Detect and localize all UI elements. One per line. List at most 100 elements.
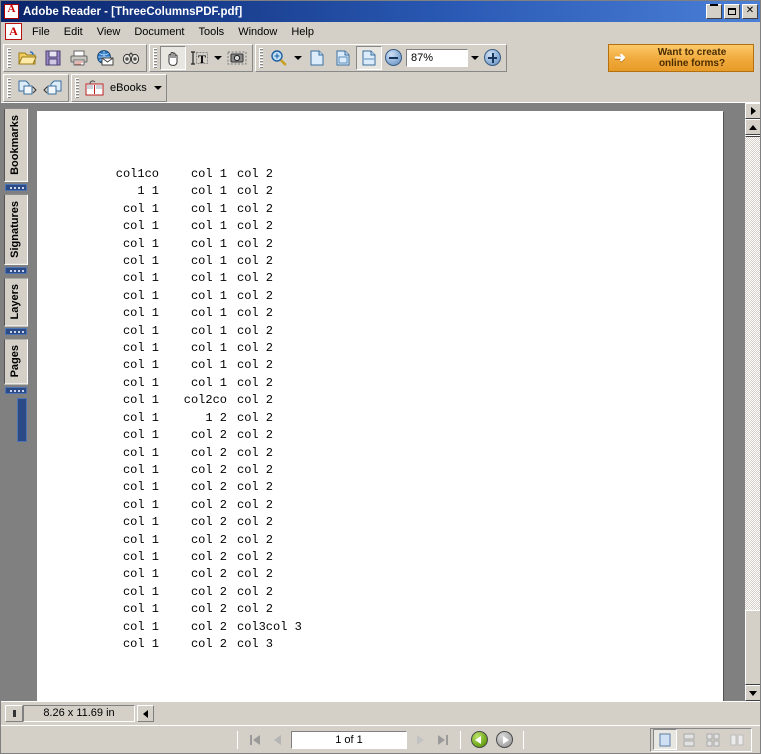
signatures-tab-grip[interactable] <box>5 266 27 274</box>
menu-help[interactable]: Help <box>284 24 321 40</box>
minimize-button[interactable] <box>706 4 722 19</box>
pages-tab-grip[interactable] <box>5 386 27 394</box>
table-cell: col 2 <box>237 393 274 408</box>
continuous-facing-layout-button[interactable] <box>725 729 749 750</box>
menu-edit[interactable]: Edit <box>57 24 90 40</box>
expand-arrow-icon[interactable] <box>137 705 154 722</box>
page-size-label: 8.26 x 11.69 in <box>23 705 135 722</box>
sidebar-tab-bookmarks[interactable]: Bookmarks <box>4 109 28 182</box>
select-tool-dropdown-icon[interactable] <box>212 47 224 69</box>
go-back-button[interactable] <box>471 731 488 748</box>
table-cell: col 1 <box>122 201 159 216</box>
toolbar-grip[interactable] <box>75 77 79 98</box>
menu-document[interactable]: Document <box>127 24 191 40</box>
maximize-button[interactable] <box>724 4 740 19</box>
menu-window[interactable]: Window <box>231 24 284 40</box>
email-button[interactable] <box>92 46 118 70</box>
table-cell: col 1 <box>122 584 159 599</box>
toolbar-grip[interactable] <box>7 77 11 98</box>
table-cell: col 1 <box>190 167 227 181</box>
menu-tools[interactable]: Tools <box>192 24 232 40</box>
ebooks-dropdown-icon[interactable] <box>152 77 164 99</box>
toolbar-grip[interactable] <box>153 47 157 68</box>
table-cell: col 2 <box>237 288 274 303</box>
hand-tool-button[interactable] <box>160 45 186 70</box>
zoom-in-button[interactable] <box>484 49 501 66</box>
next-page-button[interactable] <box>411 730 431 750</box>
layers-tab-grip[interactable] <box>5 328 27 336</box>
table-cell: col 1 <box>190 341 227 356</box>
facing-layout-button[interactable] <box>701 729 725 750</box>
print-button[interactable] <box>66 46 92 70</box>
open-button[interactable] <box>14 46 40 70</box>
search-button[interactable] <box>118 46 144 70</box>
page-navigation-group: 1 of 1 <box>232 730 529 750</box>
last-page-button[interactable] <box>433 730 453 750</box>
next-view-button[interactable] <box>40 76 66 100</box>
toolbar-grip[interactable] <box>259 47 263 68</box>
zoom-toolbar-group: 87% <box>255 43 507 72</box>
actual-size-button[interactable] <box>304 46 330 70</box>
table-cell: col 2 <box>237 341 274 356</box>
table-cell: col 2 <box>237 567 274 582</box>
toolbar-grip[interactable] <box>7 47 11 68</box>
previous-page-button[interactable] <box>267 730 287 750</box>
zoom-out-button[interactable] <box>385 49 402 66</box>
previous-view-button[interactable] <box>14 76 40 100</box>
save-button[interactable] <box>40 46 66 70</box>
table-row: col 1 col 2 col 2 <box>107 584 307 601</box>
ebooks-label[interactable]: eBooks <box>108 82 152 94</box>
fit-width-button[interactable] <box>356 45 382 70</box>
menu-view[interactable]: View <box>90 24 128 40</box>
sidebar-tab-pages[interactable]: Pages <box>4 339 28 385</box>
table-cell: col 2 <box>190 636 227 651</box>
table-cell: col 2 <box>190 480 227 495</box>
table-cell: col 1 <box>122 497 159 512</box>
zoom-dropdown-icon[interactable] <box>292 47 304 69</box>
scrollbar-thumb[interactable] <box>745 610 760 685</box>
table-cell: col 1 <box>190 375 227 390</box>
ebooks-toolbar-group: eBooks <box>71 73 167 102</box>
table-row: col 1 col 2 col 2 <box>107 532 307 549</box>
close-button[interactable]: ✕ <box>742 4 758 19</box>
table-row: col 1 col 2 col 2 <box>107 549 307 566</box>
sidebar-tab-signatures[interactable]: Signatures <box>4 194 28 265</box>
menu-file[interactable]: File <box>25 24 57 40</box>
snapshot-tool-button[interactable] <box>224 46 250 70</box>
table-cell: col 1 <box>122 549 159 564</box>
table-row: col 1 col 2 col 2 <box>107 479 307 496</box>
bookmarks-tab-grip[interactable] <box>5 183 27 191</box>
table-cell: col 2 <box>190 602 227 617</box>
fit-page-button[interactable] <box>330 46 356 70</box>
first-page-button[interactable] <box>245 730 265 750</box>
table-cell: col 2 <box>237 201 274 216</box>
scroll-down-button[interactable] <box>745 685 760 701</box>
zoom-level-dropdown-icon[interactable] <box>469 47 481 69</box>
table-cell: col 2 <box>237 428 274 443</box>
table-row: col 1 col 1 col 2 <box>107 323 307 340</box>
navigation-history-group <box>3 73 69 102</box>
select-text-tool-button[interactable]: T <box>186 46 212 70</box>
table-cell: col 2 <box>190 619 227 634</box>
scroll-right-button[interactable] <box>745 103 760 119</box>
page-number-input[interactable]: 1 of 1 <box>291 730 407 749</box>
vertical-scrollbar[interactable] <box>744 103 760 701</box>
go-forward-button[interactable] <box>496 731 513 748</box>
horizontal-resize-icon[interactable] <box>5 705 23 722</box>
ebooks-icon[interactable] <box>82 76 108 100</box>
table-cell: col 1 <box>122 636 159 651</box>
create-online-forms-banner[interactable]: ➜ Want to create online forms? <box>608 43 754 72</box>
zoom-level-input[interactable]: 87% <box>406 48 468 67</box>
zoom-tool-button[interactable] <box>266 46 292 70</box>
table-row: col 1 col 1 col 2 <box>107 357 307 374</box>
scrollbar-track[interactable] <box>745 135 760 610</box>
single-page-layout-button[interactable] <box>653 729 677 750</box>
table-cell: col 1 <box>122 428 159 443</box>
navigation-pane-splitter[interactable] <box>17 397 27 442</box>
table-row: col 1 col 2 col 2 <box>107 427 307 444</box>
sidebar-tab-layers[interactable]: Layers <box>4 277 28 327</box>
scroll-up-button[interactable] <box>745 119 760 135</box>
table-cell: col 1 <box>122 480 159 495</box>
continuous-layout-button[interactable] <box>677 729 701 750</box>
table-cell: col 1 <box>122 375 159 390</box>
